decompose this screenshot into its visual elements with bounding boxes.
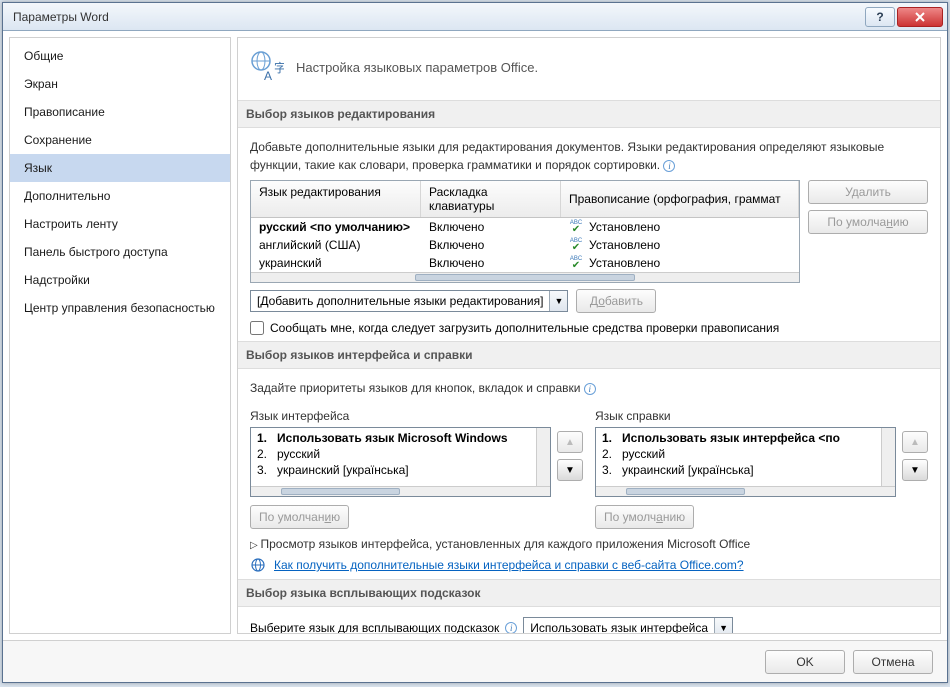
spellcheck-icon: ABC✔ [569, 221, 583, 233]
set-default-language-button[interactable]: По умолчанию [808, 210, 928, 234]
list-item[interactable]: 1. Использовать язык интерфейса <по [602, 430, 881, 446]
get-ui-languages-link[interactable]: Как получить дополнительные языки интерф… [274, 558, 744, 572]
vertical-scrollbar[interactable] [881, 428, 895, 486]
list-item[interactable]: 3. украинский [українська] [257, 462, 536, 478]
help-set-default-button[interactable]: По умолчанию [595, 505, 694, 529]
list-item[interactable]: 2. русский [602, 446, 881, 462]
move-up-button[interactable]: ▲ [557, 431, 583, 453]
language-icon: A字 [250, 50, 284, 84]
spellcheck-icon: ABC✔ [569, 257, 583, 269]
ok-button[interactable]: OK [765, 650, 845, 674]
table-row[interactable]: русский <по умолчанию> Включено ABC✔Уста… [251, 218, 799, 236]
help-language-listbox[interactable]: 1. Использовать язык интерфейса <по 2. р… [595, 427, 896, 497]
list-item[interactable]: 1. Использовать язык Microsoft Windows [257, 430, 536, 446]
section-ui-help-title: Выбор языков интерфейса и справки [238, 341, 940, 369]
move-up-button[interactable]: ▲ [902, 431, 928, 453]
close-button[interactable] [897, 7, 943, 27]
horizontal-scrollbar[interactable] [251, 486, 550, 496]
delete-language-button[interactable]: Удалить [808, 180, 928, 204]
section-tooltip-title: Выбор языка всплывающих подсказок [238, 579, 940, 607]
info-icon[interactable]: i [505, 622, 517, 634]
svg-text:A: A [264, 69, 272, 83]
table-scrollbar[interactable] [251, 272, 799, 282]
sidebar-item-save[interactable]: Сохранение [10, 126, 230, 154]
installed-ui-languages-expander[interactable]: Просмотр языков интерфейса, установленны… [250, 537, 928, 551]
content-panel: A字 Настройка языковых параметров Office.… [237, 37, 941, 634]
sidebar-item-proofing[interactable]: Правописание [10, 98, 230, 126]
sidebar-item-display[interactable]: Экран [10, 70, 230, 98]
titlebar: Параметры Word ? [3, 3, 947, 31]
col-language[interactable]: Язык редактирования [251, 181, 421, 217]
tooltip-language-combo[interactable]: Использовать язык интерфейса ▼ [523, 617, 733, 634]
tooltip-language-label: Выберите язык для всплывающих подсказок [250, 621, 499, 634]
ui-language-listbox[interactable]: 1. Использовать язык Microsoft Windows 2… [250, 427, 551, 497]
ui-help-intro: Задайте приоритеты языков для кнопок, вк… [250, 381, 580, 395]
sidebar-item-trust-center[interactable]: Центр управления безопасностью [10, 294, 230, 322]
notify-download-label: Сообщать мне, когда следует загрузить до… [270, 321, 779, 335]
spellcheck-icon: ABC✔ [569, 239, 583, 251]
horizontal-scrollbar[interactable] [596, 486, 895, 496]
sidebar-item-customize-ribbon[interactable]: Настроить ленту [10, 210, 230, 238]
table-header: Язык редактирования Раскладка клавиатуры… [251, 181, 799, 218]
add-language-combo[interactable]: [Добавить дополнительные языки редактиро… [250, 290, 568, 312]
table-row[interactable]: английский (США) Включено ABC✔Установлен… [251, 236, 799, 254]
add-language-button[interactable]: Добавить [576, 289, 656, 313]
footer: OK Отмена [3, 640, 947, 682]
close-icon [914, 11, 926, 23]
ui-set-default-button[interactable]: По умолчанию [250, 505, 349, 529]
chevron-down-icon[interactable]: ▼ [549, 291, 567, 311]
col-keyboard[interactable]: Раскладка клавиатуры [421, 181, 561, 217]
sidebar-item-language[interactable]: Язык [10, 154, 230, 182]
vertical-scrollbar[interactable] [536, 428, 550, 486]
chevron-down-icon[interactable]: ▼ [714, 618, 732, 634]
edit-languages-intro: Добавьте дополнительные языки для редакт… [250, 138, 928, 180]
info-icon[interactable]: i [663, 160, 675, 172]
col-proofing[interactable]: Правописание (орфография, граммат [561, 181, 799, 217]
sidebar-item-quick-access[interactable]: Панель быстрого доступа [10, 238, 230, 266]
list-item[interactable]: 3. украинский [українська] [602, 462, 881, 478]
list-item[interactable]: 2. русский [257, 446, 536, 462]
help-language-label: Язык справки [595, 409, 928, 423]
sidebar-item-addins[interactable]: Надстройки [10, 266, 230, 294]
section-edit-languages-title: Выбор языков редактирования [238, 100, 940, 128]
sidebar: Общие Экран Правописание Сохранение Язык… [9, 37, 231, 634]
sidebar-item-general[interactable]: Общие [10, 42, 230, 70]
notify-download-checkbox[interactable] [250, 321, 264, 335]
editing-languages-table[interactable]: Язык редактирования Раскладка клавиатуры… [250, 180, 800, 283]
info-icon[interactable]: i [584, 383, 596, 395]
table-row[interactable]: украинский Включено ABC✔Установлено [251, 254, 799, 272]
globe-icon [250, 557, 266, 573]
page-title: Настройка языковых параметров Office. [296, 60, 538, 75]
sidebar-item-advanced[interactable]: Дополнительно [10, 182, 230, 210]
ui-language-label: Язык интерфейса [250, 409, 583, 423]
help-button[interactable]: ? [865, 7, 895, 27]
move-down-button[interactable]: ▼ [557, 459, 583, 481]
window-title: Параметры Word [13, 10, 863, 24]
cancel-button[interactable]: Отмена [853, 650, 933, 674]
move-down-button[interactable]: ▼ [902, 459, 928, 481]
svg-text:字: 字 [274, 60, 284, 75]
